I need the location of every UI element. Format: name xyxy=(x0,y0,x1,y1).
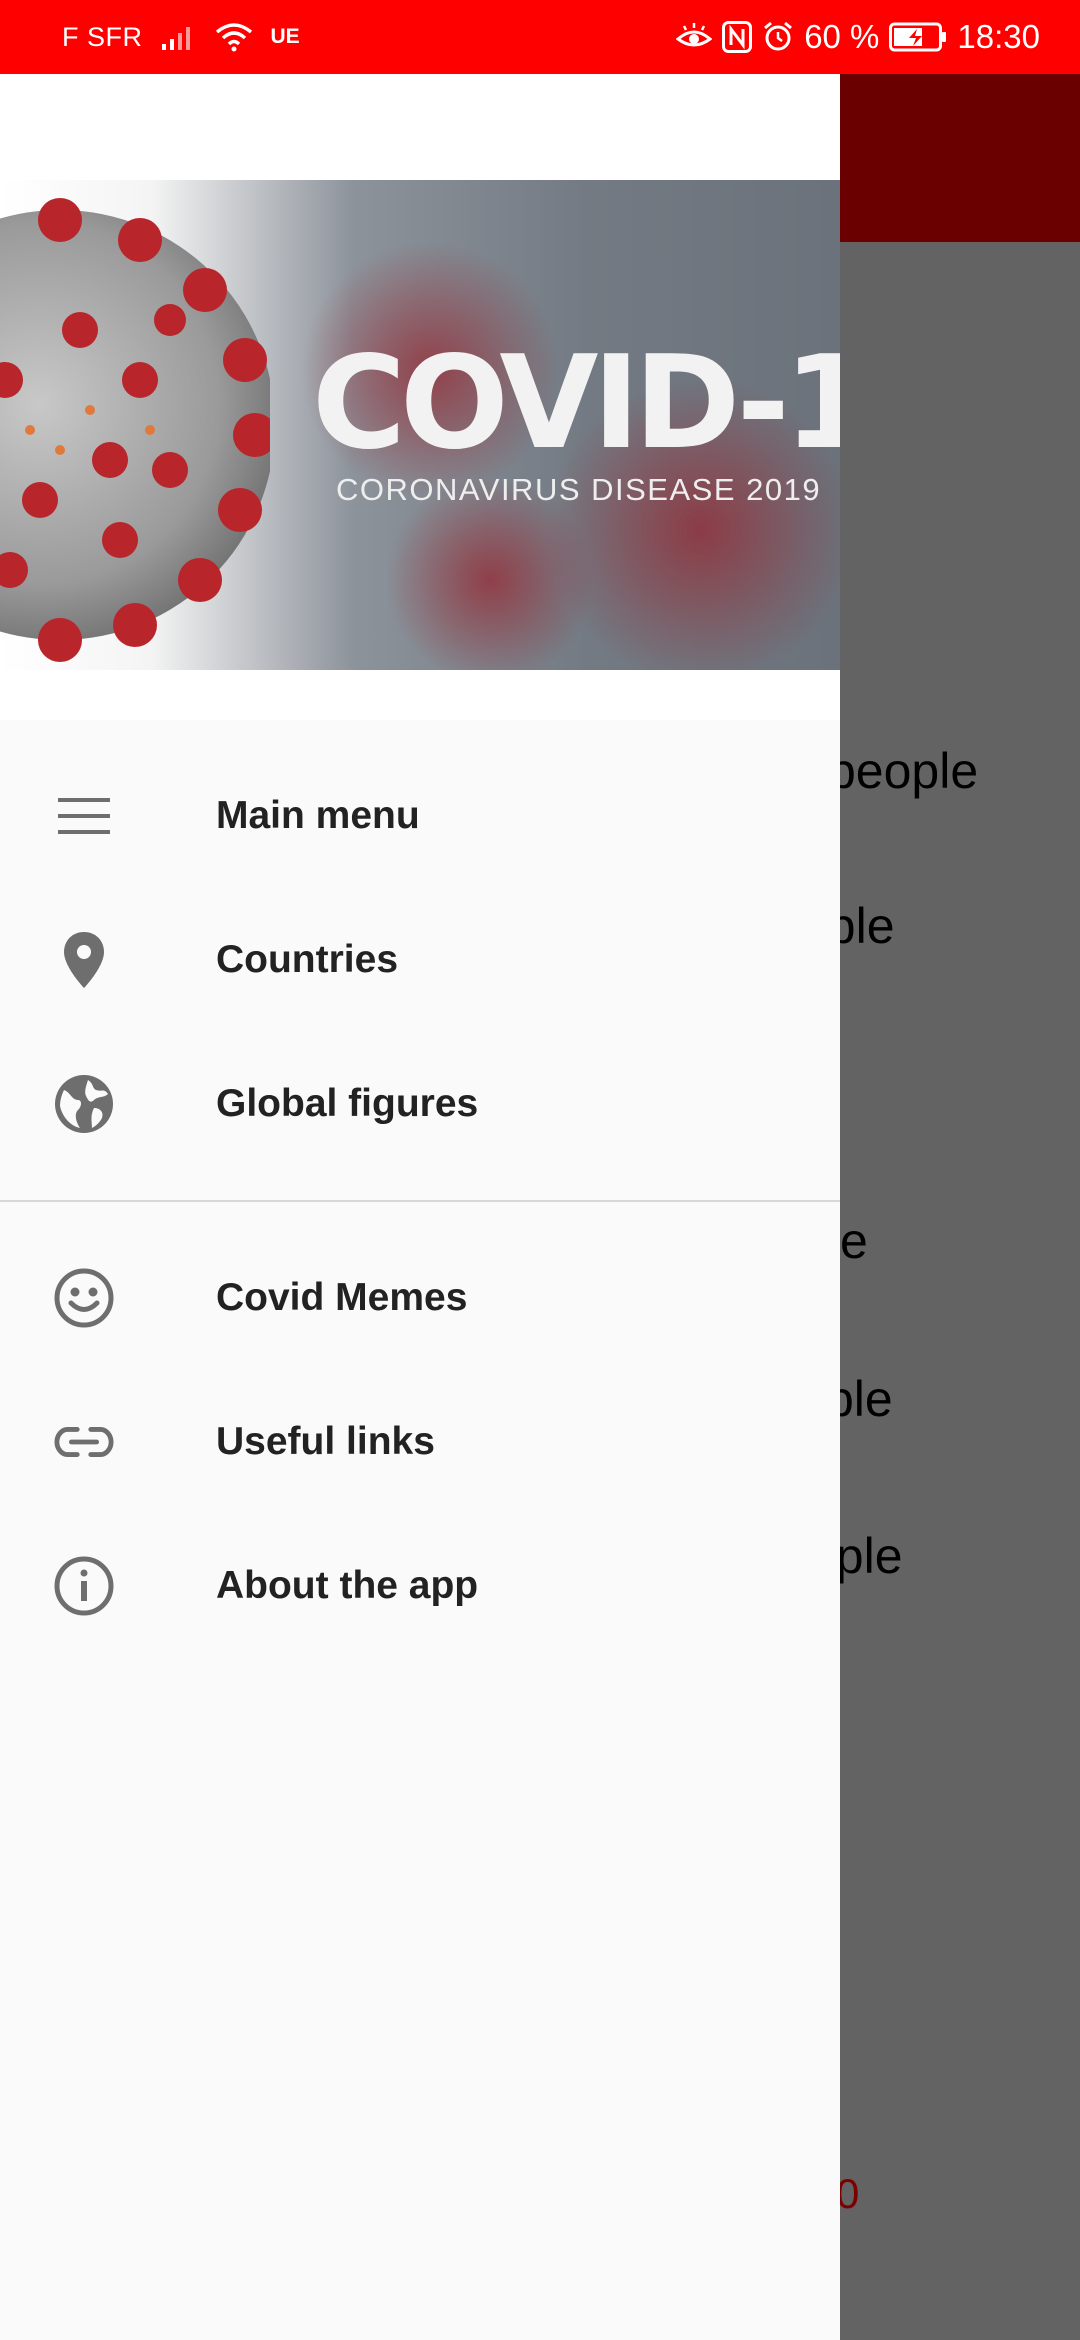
signal-icon xyxy=(161,22,197,52)
battery-charging-icon xyxy=(889,22,947,52)
info-icon xyxy=(54,1556,114,1616)
covid-banner: COVID-19 CORONAVIRUS DISEASE 2019 xyxy=(0,180,840,670)
banner-subtitle: CORONAVIRUS DISEASE 2019 xyxy=(336,472,822,507)
menu-item-label: Countries xyxy=(216,938,399,981)
menu-icon xyxy=(54,786,114,846)
menu-item-label: About the app xyxy=(216,1564,479,1607)
banner-title: COVID-19 xyxy=(312,329,840,478)
nfc-icon xyxy=(722,21,753,53)
menu-item-about-the-app[interactable]: About the app xyxy=(0,1514,840,1658)
menu-item-label: Global figures xyxy=(216,1082,479,1125)
bg-text-line: e xyxy=(840,1213,868,1269)
eye-comfort-icon xyxy=(676,23,713,51)
navigation-drawer: COVID-19 CORONAVIRUS DISEASE 2019 Main m… xyxy=(0,74,840,2340)
status-bar: F SFR UE 60 % 18:30 xyxy=(0,0,1080,74)
carrier-label: F SFR xyxy=(62,21,143,52)
menu-item-useful-links[interactable]: Useful links xyxy=(0,1370,840,1514)
drawer-header: COVID-19 CORONAVIRUS DISEASE 2019 xyxy=(0,74,840,720)
battery-percent: 60 % xyxy=(804,18,880,55)
globe-icon xyxy=(54,1074,114,1134)
menu-item-label: Main menu xyxy=(216,794,420,837)
menu-divider xyxy=(0,1200,840,1202)
menu-item-countries[interactable]: Countries xyxy=(0,888,840,1032)
network-type-label: UE xyxy=(270,25,300,48)
menu-item-label: Covid Memes xyxy=(216,1276,468,1319)
link-icon xyxy=(54,1412,114,1472)
menu-item-label: Useful links xyxy=(216,1420,435,1463)
virus-illustration-icon xyxy=(0,198,270,662)
wifi-icon xyxy=(215,22,253,52)
bg-text-line: people xyxy=(828,743,979,799)
location-pin-icon xyxy=(54,930,114,990)
clock-time: 18:30 xyxy=(957,18,1040,55)
menu-item-main-menu[interactable]: Main menu xyxy=(0,744,840,888)
smiley-icon xyxy=(54,1268,114,1328)
menu-item-global-figures[interactable]: Global figures xyxy=(0,1032,840,1176)
alarm-icon xyxy=(762,21,794,53)
menu-item-covid-memes[interactable]: Covid Memes xyxy=(0,1226,840,1370)
